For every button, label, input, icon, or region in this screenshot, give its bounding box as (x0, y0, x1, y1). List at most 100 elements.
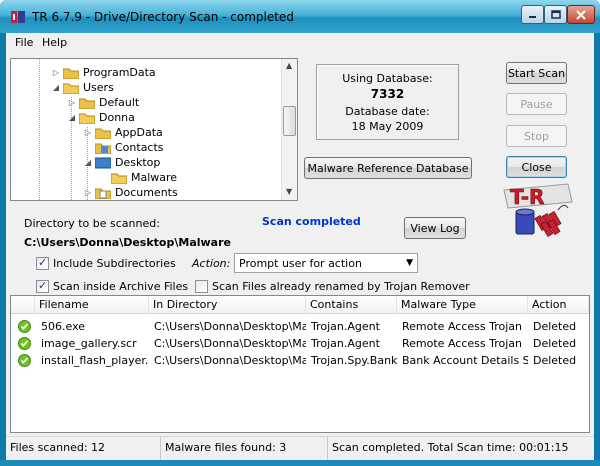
minimize-icon (529, 15, 536, 18)
include-subdirectories-checkbox[interactable]: ✓ (36, 256, 49, 270)
tree-item-programdata[interactable]: ▷ ProgramData (51, 65, 156, 80)
title-bar[interactable]: TR 6.7.9 - Drive/Directory Scan - comple… (0, 0, 600, 33)
include-subdirectories-label[interactable]: Include Subdirectories (53, 257, 176, 270)
collapse-arrow-icon[interactable]: ◢ (83, 158, 93, 167)
check-circle-icon (18, 354, 31, 367)
database-date-label: Database date: (345, 105, 430, 118)
check-circle-icon (18, 320, 31, 333)
menu-file[interactable]: File (15, 36, 33, 49)
tree-item-label: Desktop (115, 156, 161, 169)
folder-open-icon (79, 112, 95, 124)
client-area: ▷ ProgramData ◢ Users ▷ Default ◢ Donna … (6, 52, 594, 436)
app-icon (11, 11, 25, 23)
cell-action: Deleted (533, 320, 577, 333)
maximize-button[interactable] (544, 5, 567, 24)
close-icon (576, 9, 586, 20)
folder-icon (63, 67, 79, 79)
column-contains[interactable]: Contains (306, 296, 397, 314)
desktop-folder-icon (95, 157, 111, 169)
expand-arrow-icon[interactable]: ▷ (83, 188, 93, 197)
tree-item-label: Documents (115, 186, 178, 199)
tree-item-donna[interactable]: ◢ Donna (67, 110, 135, 125)
database-info-panel: Using Database: 7332 Database date: 18 M… (316, 64, 459, 140)
folder-tree[interactable]: ▷ ProgramData ◢ Users ▷ Default ◢ Donna … (10, 58, 298, 201)
tree-item-contacts[interactable]: Contacts (83, 140, 164, 155)
scroll-thumb[interactable] (283, 106, 296, 136)
scroll-up-icon[interactable]: ▲ (286, 61, 292, 70)
collapse-arrow-icon[interactable]: ◢ (67, 113, 77, 122)
checkmark-icon: ✓ (38, 256, 48, 269)
column-malware-type[interactable]: Malware Type (397, 296, 528, 314)
start-scan-button[interactable]: Start Scan (506, 62, 567, 84)
malware-reference-database-button[interactable]: Malware Reference Database (304, 157, 472, 179)
maximize-icon (550, 10, 561, 19)
tree-item-label: Malware (131, 171, 178, 184)
application-window: TR 6.7.9 - Drive/Directory Scan - comple… (0, 0, 600, 466)
tree-item-malware[interactable]: Malware (99, 170, 177, 185)
table-row[interactable]: image_gallery.scr C:\Users\Donna\Desktop… (11, 335, 589, 352)
tree-item-label: ProgramData (83, 66, 156, 79)
cell-filename: install_flash_player.exe (41, 354, 149, 367)
tree-item-label: Default (99, 96, 140, 109)
expand-arrow-icon[interactable]: ▷ (83, 128, 93, 137)
status-malware-found: Malware files found: 3 (161, 437, 328, 461)
results-header: Filename In Directory Contains Malware T… (11, 296, 589, 314)
cell-contains: Trojan.Agent (311, 337, 380, 350)
cell-action: Deleted (533, 354, 577, 367)
trojan-remover-logo: T-R (503, 183, 573, 237)
view-log-button[interactable]: View Log (404, 217, 466, 239)
database-label: Using Database: (342, 72, 433, 85)
scan-renamed-files-label[interactable]: Scan Files already renamed by Trojan Rem… (212, 280, 470, 293)
column-in-directory[interactable]: In Directory (149, 296, 306, 314)
cell-malware-type: Bank Account Details Stealer (402, 354, 528, 367)
cell-filename: image_gallery.scr (41, 337, 137, 350)
chevron-down-icon[interactable]: ▼ (406, 258, 413, 268)
column-filename[interactable]: Filename (35, 296, 149, 314)
scan-archives-label[interactable]: Scan inside Archive Files (53, 280, 188, 293)
documents-folder-icon (95, 187, 111, 199)
folder-open-icon (63, 82, 79, 94)
scan-status: Scan completed (262, 215, 361, 228)
window-frame-bottom (0, 460, 600, 466)
status-files-scanned: Files scanned: 12 (6, 437, 161, 461)
action-label: Action: (192, 257, 231, 270)
status-summary: Scan completed. Total Scan time: 00:01:1… (332, 441, 569, 454)
scan-archives-checkbox[interactable]: ✓ (36, 279, 49, 293)
table-row[interactable]: install_flash_player.exe C:\Users\Donna\… (11, 352, 589, 369)
tree-item-appdata[interactable]: ▷ AppData (83, 125, 163, 140)
tree-item-documents[interactable]: ▷ Documents (83, 185, 178, 200)
pause-button[interactable]: Pause (506, 93, 567, 115)
tree-item-label: Donna (99, 111, 135, 124)
minimize-button[interactable] (521, 5, 544, 24)
close-button[interactable]: Close (506, 156, 567, 178)
expand-arrow-icon[interactable]: ▷ (51, 68, 61, 77)
folder-open-icon (111, 172, 127, 184)
action-dropdown[interactable]: Prompt user for action ▼ (234, 253, 418, 273)
menu-help[interactable]: Help (42, 36, 67, 49)
directory-path: C:\Users\Donna\Desktop\Malware (24, 236, 231, 249)
table-row[interactable]: 506.exe C:\Users\Donna\Desktop\Malware\ … (11, 318, 589, 335)
results-table[interactable]: Filename In Directory Contains Malware T… (10, 295, 590, 433)
expand-arrow-icon[interactable]: ▷ (67, 98, 77, 107)
menu-bar: File Help (6, 33, 594, 52)
cell-malware-type: Remote Access Trojan (402, 320, 522, 333)
status-bar: Files scanned: 12 Malware files found: 3… (6, 436, 594, 461)
scan-renamed-files-checkbox[interactable] (195, 280, 208, 293)
column-action[interactable]: Action (528, 296, 589, 314)
cell-action: Deleted (533, 337, 577, 350)
collapse-arrow-icon[interactable]: ◢ (51, 83, 61, 92)
stop-button[interactable]: Stop (506, 125, 567, 147)
cell-directory: C:\Users\Donna\Desktop\Malware\ (154, 337, 306, 350)
action-selected-value: Prompt user for action (239, 257, 362, 270)
scroll-down-icon[interactable]: ▼ (286, 187, 292, 196)
window-title: TR 6.7.9 - Drive/Directory Scan - comple… (32, 10, 294, 24)
tree-scrollbar[interactable]: ▲ ▼ (281, 59, 297, 200)
cell-contains: Trojan.Agent (311, 320, 380, 333)
tree-item-users[interactable]: ◢ Users (51, 80, 114, 95)
cell-contains: Trojan.Spy.Banker (311, 354, 397, 367)
cell-filename: 506.exe (41, 320, 86, 333)
tree-item-desktop[interactable]: ◢ Desktop (83, 155, 160, 170)
close-window-button[interactable] (567, 5, 595, 24)
tree-item-default[interactable]: ▷ Default (67, 95, 139, 110)
database-version: 7332 (370, 87, 405, 101)
